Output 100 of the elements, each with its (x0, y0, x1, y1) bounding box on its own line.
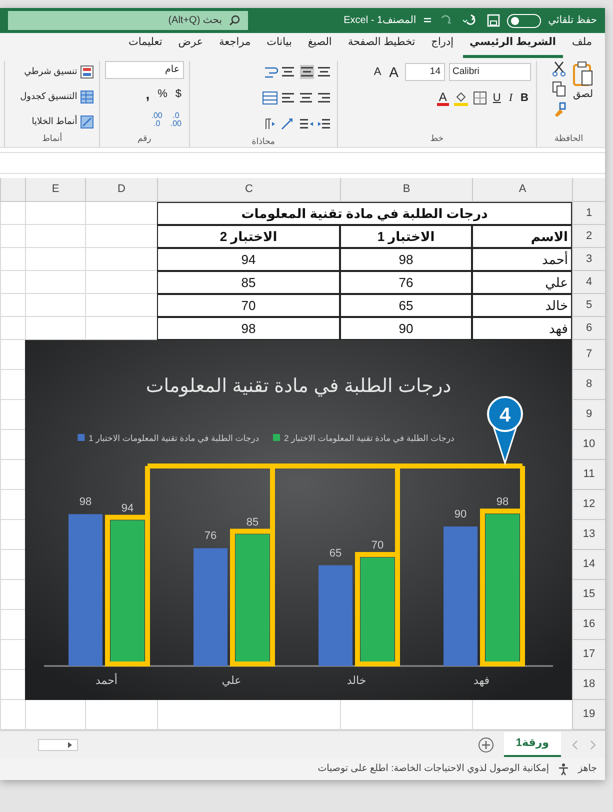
row-header[interactable]: 11 (572, 460, 605, 490)
add-sheet-icon[interactable] (478, 736, 494, 752)
row-header[interactable]: 15 (572, 580, 605, 610)
wrap-text-icon[interactable] (264, 65, 278, 79)
column-header[interactable]: B (340, 178, 472, 202)
empty-cell[interactable] (25, 248, 85, 271)
row-header[interactable]: 3 (572, 248, 605, 271)
styles-menu-item[interactable]: تنسيق شرطي (20, 61, 94, 82)
column-header[interactable]: D (85, 178, 157, 202)
ribbon-tab[interactable]: ملف (565, 35, 599, 58)
empty-cell[interactable] (0, 202, 25, 225)
ribbon-tab[interactable]: عرض (171, 35, 210, 58)
accessibility-status[interactable]: إمكانية الوصول لذوي الاحتياجات الخاصة: اطلع على توصيات (318, 762, 549, 776)
row-header[interactable]: 16 (572, 610, 605, 640)
row-header[interactable]: 2 (572, 225, 605, 248)
decimal-button[interactable]: .0 .00 (168, 112, 184, 128)
column-header[interactable]: C (157, 178, 340, 202)
ribbon-tab[interactable]: بيانات (260, 35, 299, 58)
ribbon-tab[interactable]: مراجعة (212, 35, 258, 58)
empty-cell[interactable] (0, 225, 25, 248)
currency-button[interactable]: $ (173, 88, 184, 100)
column-header[interactable]: E (25, 178, 85, 202)
align-right-icon[interactable] (318, 91, 332, 105)
borders-icon[interactable] (472, 91, 487, 105)
grow-font-button[interactable]: A (387, 65, 400, 79)
row-header[interactable]: 1 (572, 202, 605, 225)
bottom-align-icon[interactable] (282, 65, 296, 79)
italic-button[interactable]: I (506, 92, 515, 104)
empty-cell[interactable] (0, 294, 25, 317)
category-label: علي (222, 675, 242, 687)
fill-color-icon[interactable] (452, 90, 469, 106)
font-name-select[interactable]: Calibri (448, 63, 530, 81)
group-label: محاذاة (250, 135, 276, 148)
merge-cells-icon[interactable] (262, 91, 278, 105)
empty-cell[interactable] (85, 225, 157, 248)
styles-menu-item[interactable]: التنسيق كجدول (20, 86, 94, 107)
empty-cell[interactable] (25, 294, 85, 317)
row-header[interactable]: 7 (572, 340, 605, 370)
empty-cell[interactable] (0, 271, 25, 294)
align-center-icon[interactable] (300, 91, 314, 105)
shrink-font-button[interactable]: A (372, 66, 384, 78)
cut-icon[interactable] (552, 61, 566, 77)
formula-bar[interactable] (0, 152, 605, 174)
empty-cell[interactable] (25, 271, 85, 294)
row-header[interactable]: 8 (572, 370, 605, 400)
row-header[interactable]: 13 (572, 520, 605, 550)
outdent-icon[interactable] (300, 117, 314, 131)
number-format-select[interactable]: عام (105, 61, 184, 79)
legend-label: درجات الطلبة في مادة تقنية المعلومات الاختبار 1 (88, 433, 259, 443)
format-brush-icon[interactable] (552, 101, 566, 117)
table-cell: 94 (157, 248, 340, 271)
empty-cell[interactable] (25, 202, 85, 225)
legend-label: درجات الطلبة في مادة تقنية المعلومات الاختبار 2 (284, 433, 454, 443)
save-icon[interactable] (487, 14, 500, 27)
ribbon-tab[interactable]: تخطيط الصفحة (340, 35, 422, 58)
ribbon-tab[interactable]: الصيغ (300, 35, 339, 58)
empty-cell[interactable] (25, 225, 85, 248)
row-header[interactable]: 6 (572, 317, 605, 340)
top-align-icon[interactable] (318, 65, 332, 79)
font-size-select[interactable]: 14 (404, 63, 444, 81)
row-header[interactable]: 12 (572, 490, 605, 520)
column-header[interactable] (0, 178, 25, 202)
ribbon-tab[interactable]: تعليمات (121, 35, 170, 58)
comma-button[interactable]: , (144, 87, 152, 101)
previous-sheet-icon[interactable] (589, 740, 597, 750)
row-header[interactable]: 10 (572, 430, 605, 460)
underline-button[interactable]: U (490, 92, 503, 104)
paste-button[interactable]: لصق (570, 61, 596, 132)
select-all-corner[interactable] (572, 178, 605, 202)
row-header[interactable]: 17 (572, 640, 605, 670)
middle-align-icon[interactable] (300, 65, 314, 79)
row-header[interactable]: 18 (572, 670, 605, 700)
autosave-toggle[interactable] (507, 14, 542, 28)
row-header[interactable]: 19 (572, 700, 605, 730)
sheet-tab[interactable]: ورقة1 (504, 732, 561, 757)
search-field[interactable]: بحث (Alt+Q) (8, 11, 248, 30)
ribbon-tab[interactable]: إدراج (424, 35, 461, 58)
indent-icon[interactable] (318, 117, 332, 131)
empty-cell[interactable] (0, 248, 25, 271)
row-header[interactable]: 14 (572, 550, 605, 580)
row-header[interactable]: 9 (572, 400, 605, 430)
row-header[interactable]: 4 (572, 271, 605, 294)
status-text: جاهز (578, 762, 597, 776)
decimal-button[interactable]: .00 .0 (149, 112, 164, 128)
accessibility-icon[interactable] (556, 762, 570, 776)
align-left-icon[interactable] (282, 91, 296, 105)
column-header[interactable]: A (472, 178, 572, 202)
horizontal-scrollbar-icon[interactable] (38, 738, 78, 750)
next-sheet-icon[interactable] (571, 740, 579, 750)
copy-icon[interactable] (552, 81, 566, 97)
styles-menu-item[interactable]: أنماط الخلايا (20, 111, 94, 132)
empty-cell[interactable] (85, 248, 157, 271)
empty-cell[interactable] (85, 202, 157, 225)
bold-button[interactable]: B (518, 92, 530, 104)
empty-cell[interactable] (85, 294, 157, 317)
row-header[interactable]: 5 (572, 294, 605, 317)
empty-cell[interactable] (0, 317, 25, 340)
empty-cell[interactable] (85, 271, 157, 294)
font-color-button[interactable]: A (436, 90, 449, 106)
percent-button[interactable]: % (156, 88, 170, 100)
